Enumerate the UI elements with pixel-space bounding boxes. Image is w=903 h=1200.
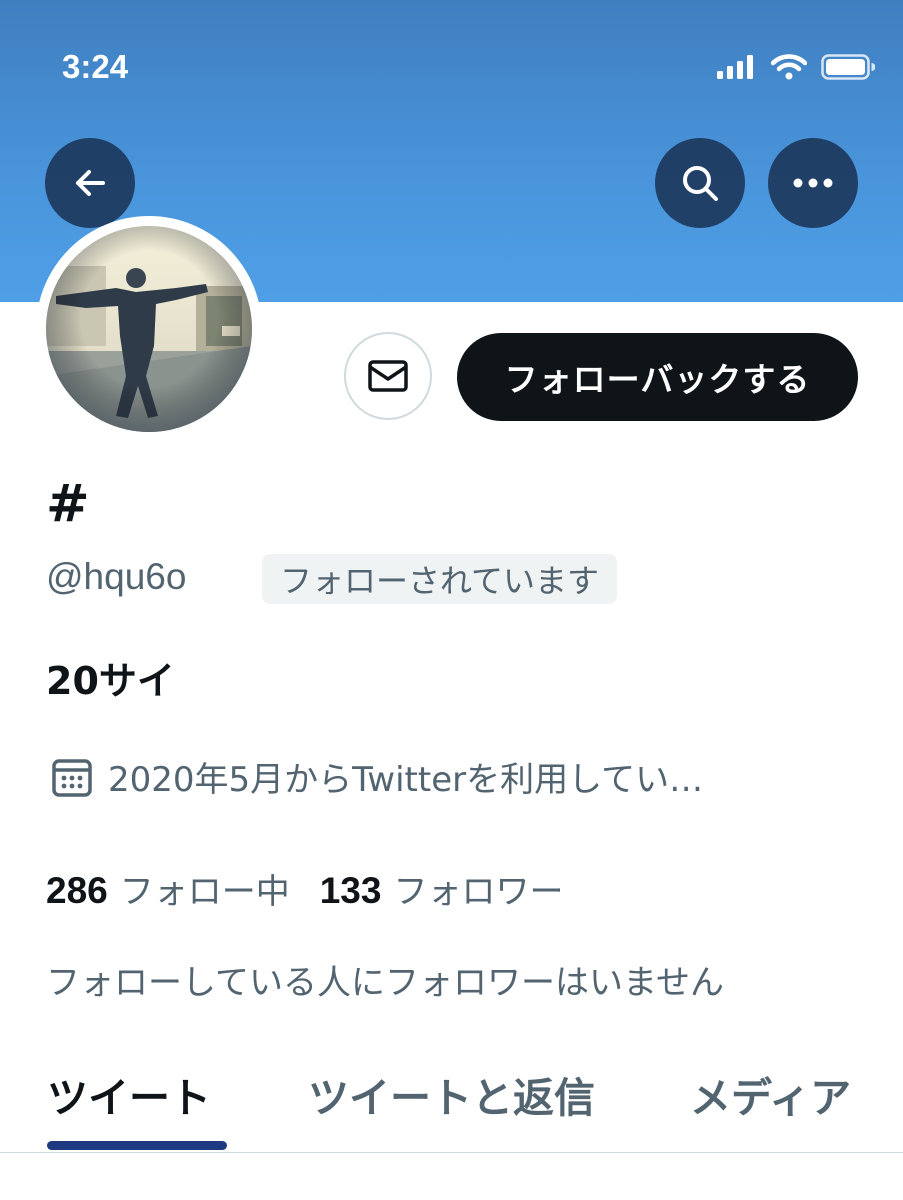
envelope-icon [368,360,408,392]
active-tab-indicator [47,1141,227,1150]
handle: @hqu6o [46,556,187,597]
message-button[interactable] [344,332,432,420]
followers-count: 133 [319,870,382,911]
tab-media[interactable]: メディア [690,1064,851,1124]
avatar[interactable] [46,226,252,432]
calendar-icon [52,758,92,797]
avatar-photo [46,226,252,432]
status-icons [717,50,875,84]
following-count: 286 [46,870,108,911]
back-button[interactable] [45,138,135,228]
wifi-icon [771,54,807,80]
follows-you-badge: フォローされています [262,554,618,604]
followers-label: フォロワー [393,872,564,912]
following-label: フォロー中 [119,872,290,912]
display-name: # [46,474,90,534]
profile-tabs: ツイート ツイートと返信 メディア [0,1040,903,1150]
tab-tweets-and-replies[interactable]: ツイートと返信 [308,1064,595,1124]
followers-link[interactable]: 133 フォロワー [320,864,564,913]
known-followers-text: フォローしている人にフォロワーはいません [46,963,724,1003]
tabs-divider [0,1152,903,1153]
avatar-frame [36,216,262,442]
joined-date-text: 2020年5月からTwitterを利用してい… [108,760,704,800]
joined-date-row: 2020年5月からTwitterを利用してい… [50,752,703,801]
search-icon [683,166,718,201]
search-button[interactable] [655,138,745,228]
tab-tweets[interactable]: ツイート [47,1064,211,1124]
follow-counts: 286 フォロー中 133 フォロワー [46,864,563,913]
more-horizontal-icon [793,178,833,188]
follow-back-button[interactable]: フォローバックする [457,333,858,421]
signal-icon [717,55,753,79]
battery-icon [821,54,875,80]
bio: 20サイ [46,659,175,703]
status-time: 3:24 [62,48,129,85]
following-link[interactable]: 286 フォロー中 [46,864,290,913]
more-button[interactable] [768,138,858,228]
arrow-left-icon [76,170,105,196]
